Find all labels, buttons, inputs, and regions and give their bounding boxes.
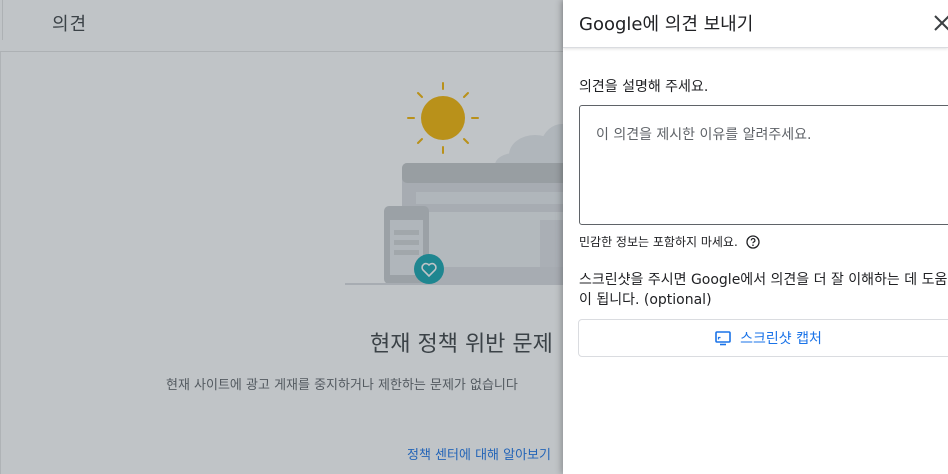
feedback-textarea[interactable]: 이 의견을 제시한 이유를 알려주세요. [579,105,948,225]
capture-screenshot-button[interactable]: 스크린샷 캡처 [578,319,948,357]
screenshot-description: 스크린샷을 주시면 Google에서 의견을 더 잘 이해하는 데 도움이 됩니… [579,272,948,308]
sensitive-info-hint: 민감한 정보는 포함하지 마세요. [579,233,760,250]
close-icon[interactable] [929,10,948,36]
monitor-icon [715,331,731,346]
help-circle-icon[interactable] [746,234,760,249]
panel-title: Google에 의견 보내기 [579,14,754,35]
feedback-panel: Google에 의견 보내기 의견을 설명해 주세요. 이 의견을 제시한 이유… [563,0,948,474]
textarea-placeholder: 이 의견을 제시한 이유를 알려주세요. [596,127,812,143]
feedback-field-label: 의견을 설명해 주세요. [579,79,709,95]
panel-header: Google에 의견 보내기 [563,0,948,48]
capture-button-label: 스크린샷 캡처 [740,331,822,347]
hint-text: 민감한 정보는 포함하지 마세요. [579,235,738,249]
